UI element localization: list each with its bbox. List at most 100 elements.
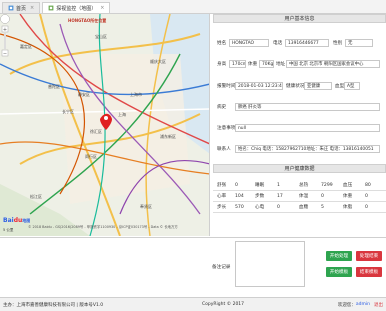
health-row: 舒张 0 睡眠 1 总热 7299 血压 80 (213, 180, 386, 191)
monitor-icon (48, 5, 54, 11)
info-row-basic: 姓名 HONGTAO 电话 13916446677 性别 无 (213, 39, 386, 47)
contact-field[interactable]: 姓名：Chiq 电话：15827962710地址：朱庄 电话：138161400… (235, 145, 380, 153)
metric-value: 0 (277, 204, 280, 210)
health-data-grid: 舒张 0 睡眠 1 总热 7299 血压 80 心率 104 步数 17 体温 … (213, 180, 386, 213)
weight-label: 体重 (248, 62, 258, 67)
gender-label: 性别 (333, 41, 343, 46)
map-view[interactable]: HONGTAO所在位置 嘉定区 宝山区 顺庆大区 上海市 闵行区 浦东新区 松江… (0, 14, 210, 236)
contact-label: 联系人 (217, 147, 231, 152)
map-copyright: © 2018 Baidu - GS(2016)2089号 - 甲测资字11009… (28, 225, 178, 229)
metric-value: 0 (235, 182, 238, 188)
info-row-report: 报警时间 2018-01-03 12:23:43 健康状况 亚健康 血型 A型 (213, 82, 386, 90)
info-row-body: 身高 170cm 体重 70Kg 地址 中国 北京 北京市 朝阳区国家会议中心 (213, 60, 386, 68)
metric-label: 体温 (299, 194, 309, 199)
health-field[interactable]: 亚健康 (304, 82, 332, 90)
baidu-logo: Baidu地图 (3, 217, 30, 224)
map-label: 奉贤区 (140, 204, 152, 209)
map-label: 上海市 (130, 92, 142, 97)
user-link[interactable]: admin (356, 302, 370, 307)
map-label: 徐汇区 (90, 129, 102, 134)
map-label: 松江区 (30, 194, 42, 199)
close-icon[interactable]: × (30, 5, 34, 11)
logo-suffix: du (13, 217, 23, 224)
report-time-label: 报警时间 (217, 84, 236, 89)
height-field[interactable]: 170cm (229, 60, 246, 68)
metric-value: 80 (365, 182, 371, 188)
metric-label: 总热 (299, 183, 309, 188)
map-label: 普陀区 (48, 84, 60, 89)
map-scale: 5 公里 (3, 228, 14, 232)
map-label: 宝山区 (95, 34, 107, 39)
start-process-button[interactable]: 开始处理 (326, 251, 352, 261)
gender-field[interactable]: 无 (345, 39, 373, 47)
metric-value: 1 (277, 182, 280, 188)
health-row: 步长 570 心电 0 血糖 5 体脂 0 (213, 202, 386, 213)
end-template-button[interactable]: 结束模板 (356, 267, 382, 277)
metric-value: 0 (321, 193, 324, 199)
note-field[interactable]: null (235, 124, 380, 132)
map-label: 顺庆大区 (150, 59, 166, 64)
footer-left: 主办：上海市嘉善健康科技有限公司 | 版本号V1.0 (3, 302, 104, 308)
tab-home[interactable]: 首页 × (2, 2, 41, 13)
svg-text:+: + (3, 27, 7, 33)
footer: 主办：上海市嘉善健康科技有限公司 | 版本号V1.0 CopyRight © 2… (0, 297, 386, 311)
metric-value: 570 (235, 204, 244, 210)
metric-value: 5 (321, 204, 324, 210)
map-label: 长宁区 (62, 109, 74, 114)
metric-value: 0 (365, 193, 368, 199)
map-label: 闵行区 (85, 154, 97, 159)
metric-label: 血压 (343, 183, 353, 188)
address-label: 地址 (276, 62, 286, 67)
map-label: 浦东新区 (160, 134, 176, 139)
tab-home-label: 首页 (16, 5, 27, 12)
weight-field[interactable]: 70Kg (259, 60, 274, 68)
name-label: 姓名 (217, 41, 227, 46)
logo-cn: 地图 (22, 218, 31, 223)
map-location-label: HONGTAO所在位置 (68, 18, 107, 23)
metric-value: 17 (277, 193, 283, 199)
zoom-control[interactable]: + − (0, 14, 10, 58)
history-label: 病史 (217, 105, 227, 110)
metric-label: 心电 (255, 205, 265, 210)
blood-field[interactable]: A型 (344, 82, 360, 90)
close-icon[interactable]: × (100, 5, 104, 11)
health-data-title: 用户健康数据 (213, 164, 386, 173)
metric-label: 体脂 (343, 205, 353, 210)
metric-label: 心率 (217, 194, 227, 199)
map-label: 静安区 (78, 92, 90, 97)
home-icon (8, 5, 14, 11)
tab-bar: 首页 × 探视监控（地图） × (0, 0, 386, 14)
notes-label: 备注记录 (212, 265, 231, 270)
metric-label: 体重 (343, 194, 353, 199)
logout-link[interactable]: 退出 (374, 302, 383, 308)
health-row: 心率 104 步数 17 体温 0 体重 0 (213, 191, 386, 202)
metric-label: 血糖 (299, 205, 309, 210)
address-field[interactable]: 中国 北京 北京市 朝阳区国家会议中心 (286, 60, 380, 68)
logo-text: Bai (3, 217, 14, 224)
info-row-note: 注意事项 null (213, 124, 386, 132)
metric-value: 7299 (321, 182, 333, 188)
finish-process-button[interactable]: 处理结束 (356, 251, 382, 261)
history-field[interactable]: 肺癌 肝炎等 (235, 103, 380, 111)
phone-label: 电话 (273, 41, 283, 46)
health-label: 健康状况 (286, 84, 305, 89)
start-template-button[interactable]: 开始模板 (326, 267, 352, 277)
map-label: 嘉定区 (20, 44, 32, 49)
map-label: 上海 (118, 112, 126, 117)
notes-textarea[interactable] (235, 241, 305, 287)
svg-text:−: − (3, 51, 7, 57)
blood-label: 血型 (335, 84, 345, 89)
metric-label: 舒张 (217, 183, 227, 188)
action-area: 备注记录 开始处理 处理结束 开始模板 结束模板 (0, 237, 386, 289)
height-label: 身高 (217, 62, 227, 67)
metric-label: 步长 (217, 205, 227, 210)
info-row-contact: 联系人 姓名：Chiq 电话：15827962710地址：朱庄 电话：13816… (213, 145, 386, 153)
tab-monitor-map-label: 探视监控（地图） (56, 5, 97, 12)
phone-field[interactable]: 13916446677 (285, 39, 329, 47)
report-time-field[interactable]: 2018-01-03 12:23:43 (235, 82, 283, 90)
name-field[interactable]: HONGTAO (229, 39, 269, 47)
info-row-history: 病史 肺癌 肝炎等 (213, 103, 386, 111)
tab-monitor-map[interactable]: 探视监控（地图） × (42, 2, 111, 13)
note-label: 注意事项 (217, 126, 236, 131)
metric-label: 步数 (255, 194, 265, 199)
